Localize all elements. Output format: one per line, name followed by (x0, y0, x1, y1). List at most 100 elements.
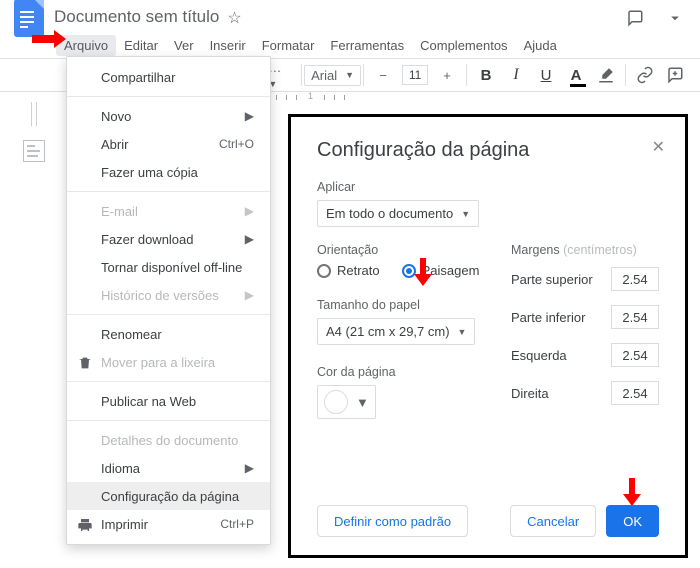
document-title[interactable]: Documento sem título (54, 7, 219, 29)
menu-item[interactable]: Configuração da página (67, 482, 270, 510)
style-dropdown-trailing[interactable]: … ▼ (268, 60, 293, 90)
margin-right-row: Direita (511, 381, 659, 405)
menu-editar[interactable]: Editar (116, 35, 166, 56)
comments-icon[interactable] (624, 7, 646, 29)
font-size-increase-button[interactable]: + (436, 64, 458, 86)
color-swatch-icon (324, 390, 348, 414)
menu-item-label: Renomear (101, 327, 162, 342)
menu-separator (67, 381, 270, 382)
menu-separator (67, 191, 270, 192)
menu-item[interactable]: Renomear (67, 320, 270, 348)
menu-item[interactable]: Novo▶ (67, 102, 270, 130)
menu-item-label: Fazer uma cópia (101, 165, 198, 180)
page-color-dropdown[interactable]: ▼ (317, 385, 376, 419)
set-as-default-button[interactable]: Definir como padrão (317, 505, 468, 537)
menu-item: Histórico de versões▶ (67, 281, 270, 309)
paper-size-dropdown[interactable]: A4 (21 cm x 29,7 cm) ▼ (317, 318, 475, 345)
cancel-button[interactable]: Cancelar (510, 505, 596, 537)
file-menu-dropdown: CompartilharNovo▶AbrirCtrl+OFazer uma có… (66, 56, 271, 545)
ruler: 1 (268, 92, 700, 108)
menu-item[interactable]: Compartilhar (67, 63, 270, 91)
underline-button[interactable]: U (535, 64, 557, 86)
orientation-label: Orientação (317, 243, 483, 257)
menu-separator (67, 96, 270, 97)
menu-item: Mover para a lixeira (67, 348, 270, 376)
margin-top-input[interactable] (611, 267, 659, 291)
font-family-dropdown[interactable]: Arial ▼ (304, 65, 361, 86)
menu-item-label: Abrir (101, 137, 128, 152)
insert-comment-button[interactable] (664, 64, 686, 86)
margin-top-label: Parte superior (511, 272, 593, 287)
margin-right-input[interactable] (611, 381, 659, 405)
present-caret-icon[interactable] (664, 7, 686, 29)
menu-item[interactable]: Idioma ▶ (67, 454, 270, 482)
menu-item-label: Configuração da página (101, 489, 239, 504)
menu-item-label: Mover para a lixeira (101, 355, 215, 370)
menu-item: Detalhes do documento (67, 426, 270, 454)
menu-item[interactable]: Tornar disponível off-line (67, 253, 270, 281)
submenu-arrow-icon: ▶ (245, 461, 254, 475)
chevron-down-icon: ▼ (345, 70, 354, 80)
menu-complementos[interactable]: Complementos (412, 35, 515, 56)
menu-item-label: Imprimir (101, 517, 148, 532)
margin-bottom-input[interactable] (611, 305, 659, 329)
menu-item[interactable]: Imprimir Ctrl+P (67, 510, 270, 538)
menu-item-shortcut: Ctrl+O (219, 137, 254, 151)
ok-button[interactable]: OK (606, 505, 659, 537)
menu-item-label: Publicar na Web (101, 394, 196, 409)
menu-item-label: E-mail (101, 204, 138, 219)
apply-label: Aplicar (317, 180, 659, 194)
radio-icon (317, 264, 331, 278)
radio-label: Retrato (337, 263, 380, 278)
collapse-handle[interactable] (31, 102, 37, 126)
apply-to-value: Em todo o documento (326, 206, 453, 221)
submenu-arrow-icon: ▶ (245, 204, 254, 218)
insert-link-button[interactable] (634, 64, 656, 86)
menu-item[interactable]: Fazer download ▶ (67, 225, 270, 253)
page-color-label: Cor da página (317, 365, 483, 379)
docs-app-icon[interactable] (14, 0, 44, 37)
dialog-title: Configuração da página (317, 139, 659, 162)
margin-bottom-row: Parte inferior (511, 305, 659, 329)
menu-item[interactable]: Fazer uma cópia (67, 158, 270, 186)
bold-button[interactable]: B (475, 64, 497, 86)
star-icon[interactable]: ☆ (227, 8, 241, 28)
menu-formatar[interactable]: Formatar (254, 35, 323, 56)
paper-size-value: A4 (21 cm x 29,7 cm) (326, 324, 450, 339)
menu-item-label: Detalhes do documento (101, 433, 238, 448)
menu-inserir[interactable]: Inserir (202, 35, 254, 56)
orientation-portrait-radio[interactable]: Retrato (317, 263, 380, 278)
menu-ajuda[interactable]: Ajuda (516, 35, 565, 56)
menu-item-label: Compartilhar (101, 70, 175, 85)
ruler-mark: 1 (308, 92, 313, 101)
font-size-decrease-button[interactable]: − (372, 64, 394, 86)
apply-to-dropdown[interactable]: Em todo o documento ▼ (317, 200, 479, 227)
menu-item-label: Novo (101, 109, 131, 124)
menu-ver[interactable]: Ver (166, 35, 202, 56)
menu-item-shortcut: Ctrl+P (220, 517, 254, 531)
close-button[interactable]: ✕ (652, 137, 665, 157)
menu-item-label: Idioma (101, 461, 140, 476)
italic-button[interactable]: I (505, 64, 527, 86)
submenu-arrow-icon: ▶ (245, 232, 254, 246)
document-outline-button[interactable] (23, 140, 45, 162)
text-color-button[interactable]: A (565, 64, 587, 86)
menu-item[interactable]: Publicar na Web (67, 387, 270, 415)
chevron-down-icon: ▼ (461, 209, 470, 219)
menu-item-label: Fazer download (101, 232, 194, 247)
menu-item: E-mail ▶ (67, 197, 270, 225)
page-setup-dialog: Configuração da página ✕ Aplicar Em todo… (291, 117, 685, 555)
margin-right-label: Direita (511, 386, 549, 401)
margin-left-input[interactable] (611, 343, 659, 367)
page-setup-dialog-frame: Configuração da página ✕ Aplicar Em todo… (288, 114, 688, 558)
font-size-input[interactable] (402, 65, 428, 85)
menu-item[interactable]: Abrir Ctrl+O (67, 130, 270, 158)
margin-top-row: Parte superior (511, 267, 659, 291)
margins-label: Margens (centímetros) (511, 243, 659, 257)
highlight-color-button[interactable] (595, 64, 617, 86)
title-bar: Documento sem título ☆ (0, 0, 700, 32)
margin-left-label: Esquerda (511, 348, 567, 363)
menu-ferramentas[interactable]: Ferramentas (322, 35, 412, 56)
print-icon (76, 516, 94, 534)
trash-icon (76, 354, 94, 372)
